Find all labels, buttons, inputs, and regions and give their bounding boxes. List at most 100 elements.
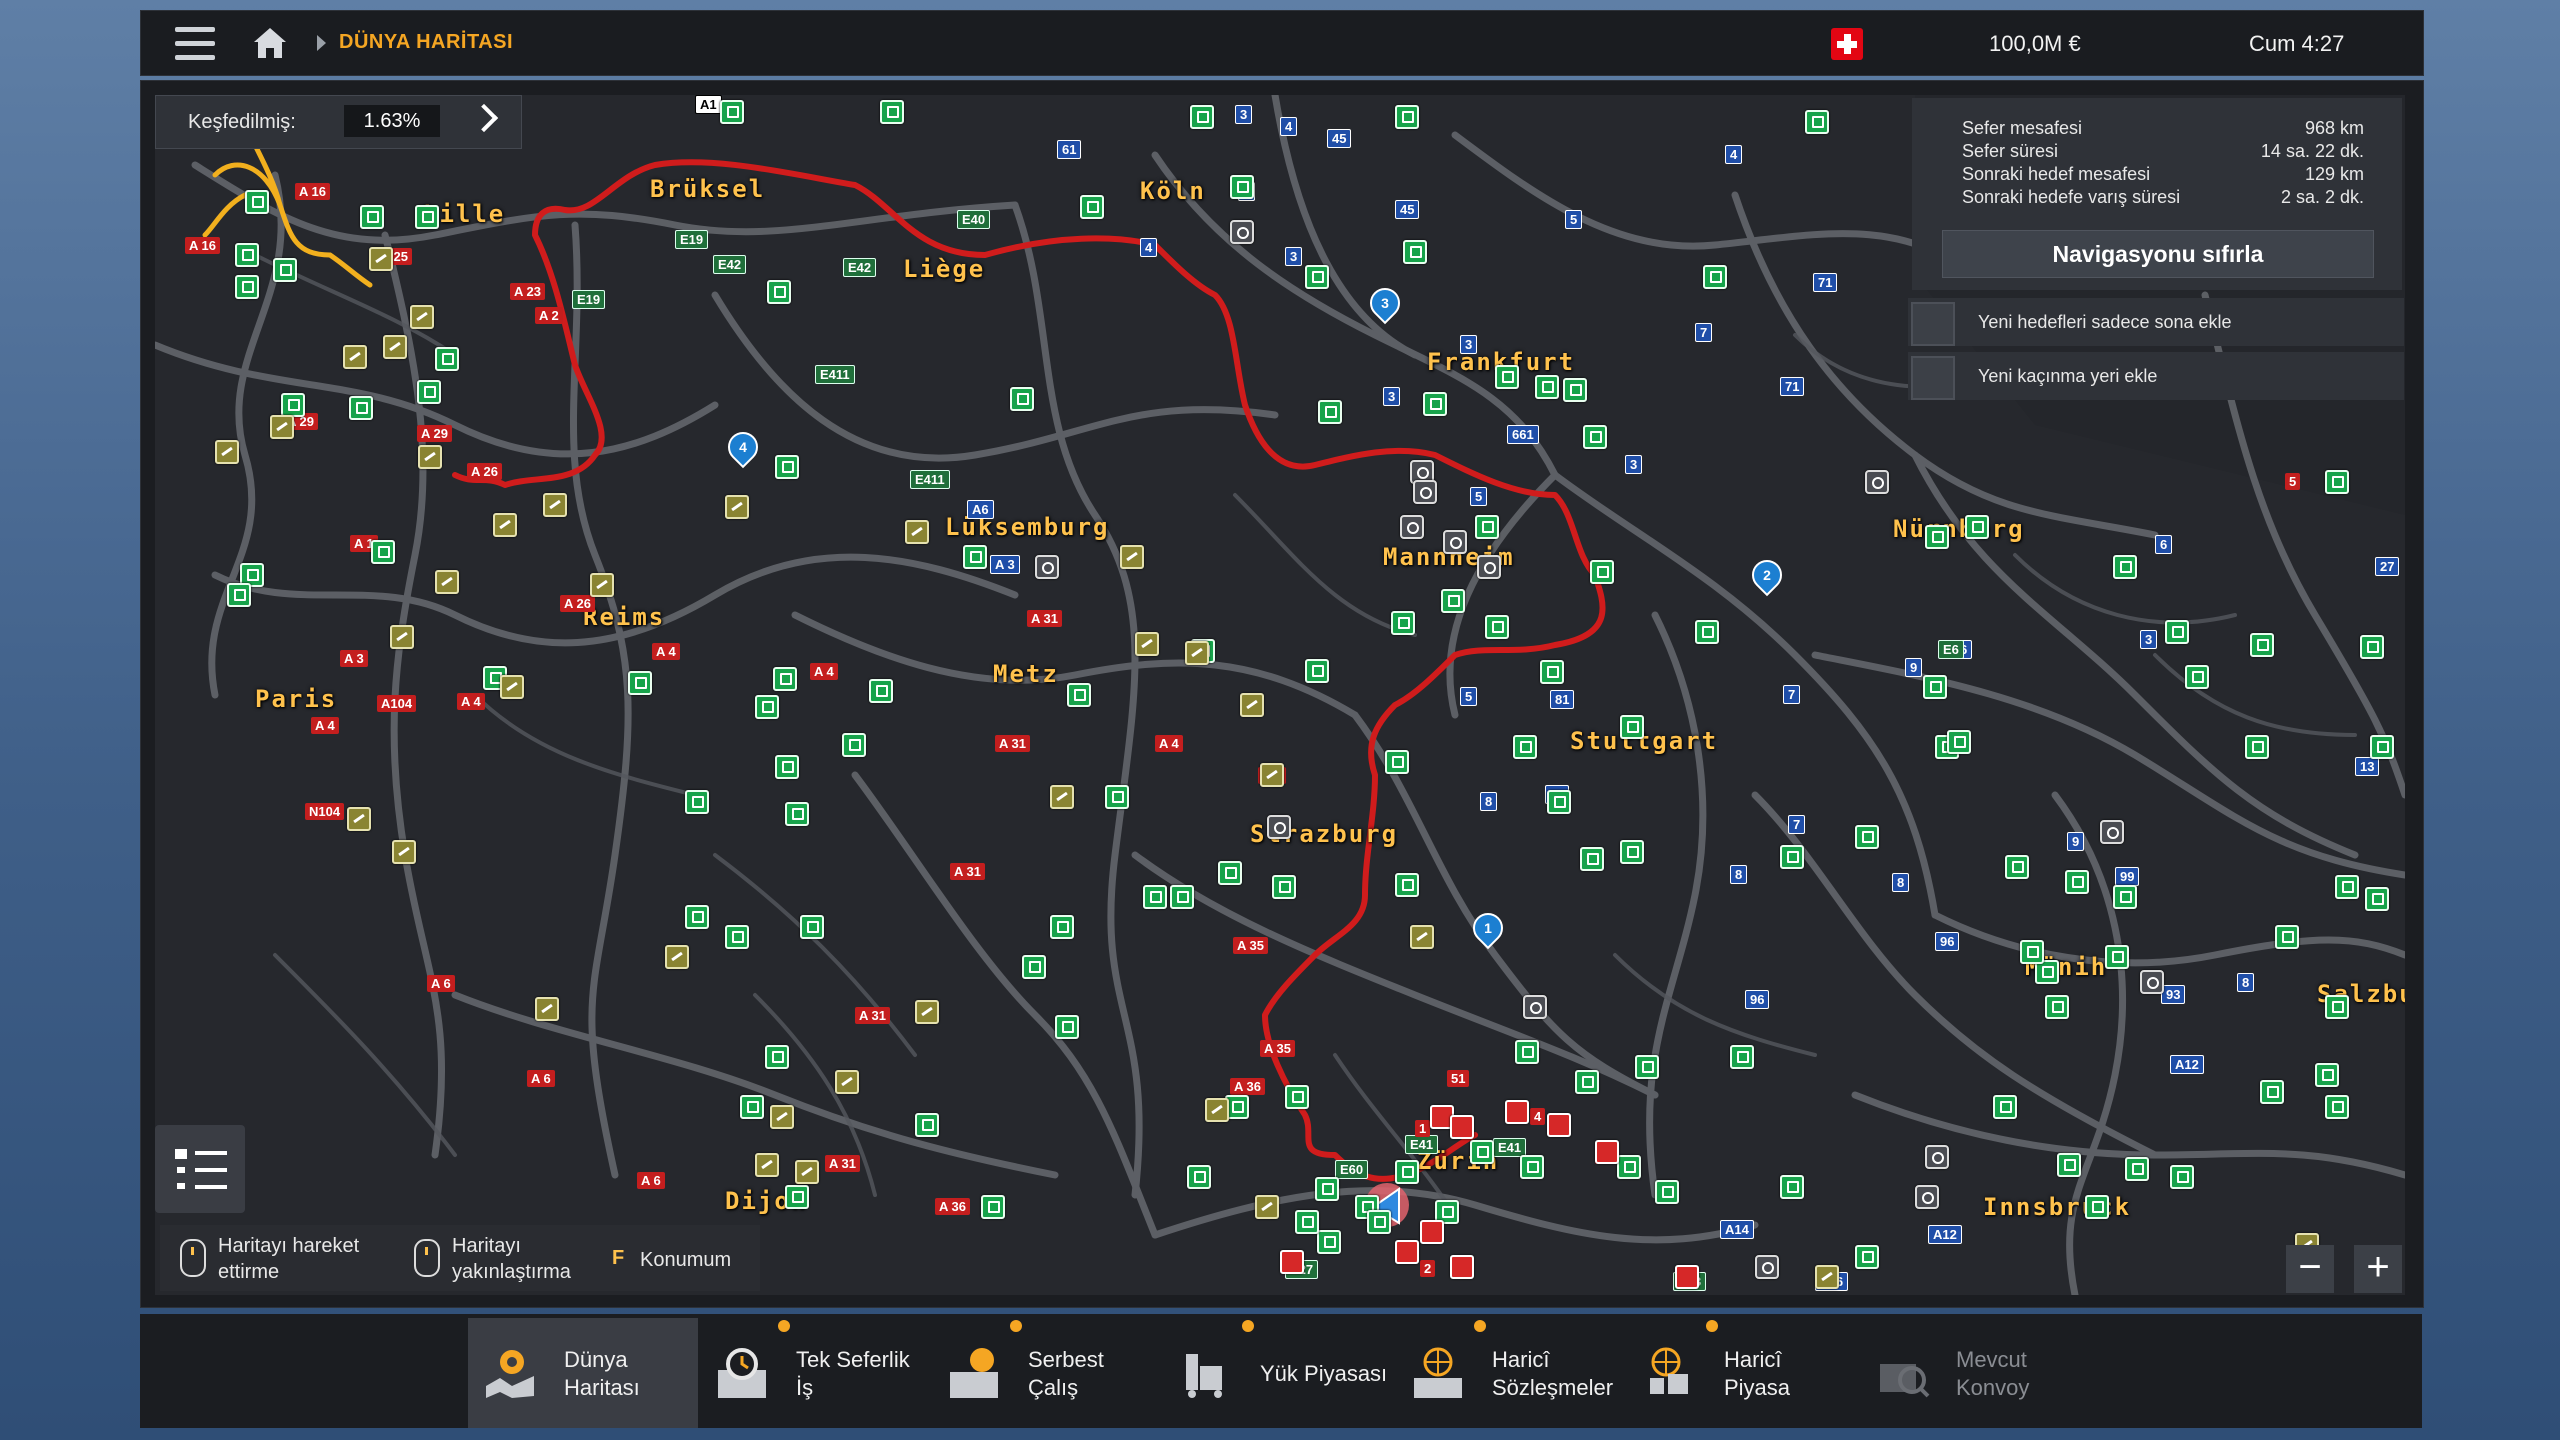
company-depot-icon[interactable] bbox=[1423, 392, 1447, 416]
service-station-icon[interactable] bbox=[1135, 632, 1159, 656]
company-depot-icon[interactable] bbox=[349, 396, 373, 420]
company-depot-icon[interactable] bbox=[765, 1045, 789, 1069]
company-depot-icon[interactable] bbox=[1730, 1045, 1754, 1069]
company-depot-icon[interactable] bbox=[371, 540, 395, 564]
zoom-in-button[interactable]: + bbox=[2354, 1245, 2402, 1293]
company-depot-icon[interactable] bbox=[1105, 785, 1129, 809]
city-liege[interactable]: Liège bbox=[903, 255, 985, 283]
company-depot-icon[interactable] bbox=[1620, 715, 1644, 739]
company-depot-icon[interactable] bbox=[1590, 560, 1614, 584]
job-marker-icon[interactable] bbox=[1420, 1220, 1444, 1244]
company-depot-icon[interactable] bbox=[1395, 873, 1419, 897]
photo-spot-icon[interactable] bbox=[2140, 970, 2164, 994]
company-depot-icon[interactable] bbox=[1947, 730, 1971, 754]
photo-spot-icon[interactable] bbox=[1443, 530, 1467, 554]
company-depot-icon[interactable] bbox=[245, 190, 269, 214]
company-depot-icon[interactable] bbox=[1080, 195, 1104, 219]
company-depot-icon[interactable] bbox=[2325, 1095, 2349, 1119]
service-station-icon[interactable] bbox=[835, 1070, 859, 1094]
company-depot-icon[interactable] bbox=[1022, 955, 1046, 979]
service-station-icon[interactable] bbox=[535, 997, 559, 1021]
job-marker-icon[interactable] bbox=[1450, 1255, 1474, 1279]
company-depot-icon[interactable] bbox=[1403, 240, 1427, 264]
company-depot-icon[interactable] bbox=[981, 1195, 1005, 1219]
service-station-icon[interactable] bbox=[1815, 1265, 1839, 1289]
service-station-icon[interactable] bbox=[369, 247, 393, 271]
company-depot-icon[interactable] bbox=[720, 100, 744, 124]
legend-toggle-button[interactable] bbox=[155, 1125, 245, 1213]
company-depot-icon[interactable] bbox=[767, 280, 791, 304]
company-depot-icon[interactable] bbox=[2260, 1080, 2284, 1104]
company-depot-icon[interactable] bbox=[281, 393, 305, 417]
tab-external-contracts[interactable]: Haricî Sözleşmeler bbox=[1396, 1318, 1626, 1428]
job-marker-icon[interactable] bbox=[1595, 1140, 1619, 1164]
company-depot-icon[interactable] bbox=[2045, 995, 2069, 1019]
tab-external-market[interactable]: Haricî Piyasa bbox=[1628, 1318, 1858, 1428]
city-metz[interactable]: Metz bbox=[993, 660, 1059, 688]
city-koln[interactable]: Köln bbox=[1140, 177, 1206, 205]
service-station-icon[interactable] bbox=[215, 440, 239, 464]
company-depot-icon[interactable] bbox=[2020, 940, 2044, 964]
company-depot-icon[interactable] bbox=[2005, 855, 2029, 879]
service-station-icon[interactable] bbox=[418, 445, 442, 469]
company-depot-icon[interactable] bbox=[227, 583, 251, 607]
company-depot-icon[interactable] bbox=[417, 380, 441, 404]
company-depot-icon[interactable] bbox=[1703, 265, 1727, 289]
service-station-icon[interactable] bbox=[725, 495, 749, 519]
service-station-icon[interactable] bbox=[1260, 763, 1284, 787]
service-station-icon[interactable] bbox=[435, 570, 459, 594]
company-depot-icon[interactable] bbox=[2315, 1063, 2339, 1087]
city-nurnberg[interactable]: Nürnberg bbox=[1893, 515, 2025, 543]
home-icon[interactable] bbox=[251, 25, 289, 61]
photo-spot-icon[interactable] bbox=[1230, 220, 1254, 244]
company-depot-icon[interactable] bbox=[2360, 635, 2384, 659]
company-depot-icon[interactable] bbox=[1055, 1015, 1079, 1039]
photo-spot-icon[interactable] bbox=[1755, 1255, 1779, 1279]
company-depot-icon[interactable] bbox=[1583, 425, 1607, 449]
company-depot-icon[interactable] bbox=[1285, 1085, 1309, 1109]
tab-freight-market[interactable]: Serbest Çalış bbox=[932, 1318, 1162, 1428]
service-station-icon[interactable] bbox=[543, 493, 567, 517]
company-depot-icon[interactable] bbox=[2365, 887, 2389, 911]
photo-spot-icon[interactable] bbox=[1267, 815, 1291, 839]
company-depot-icon[interactable] bbox=[1218, 861, 1242, 885]
job-marker-icon[interactable] bbox=[1450, 1115, 1474, 1139]
company-depot-icon[interactable] bbox=[2370, 735, 2394, 759]
company-depot-icon[interactable] bbox=[1315, 1177, 1339, 1201]
company-depot-icon[interactable] bbox=[1635, 1055, 1659, 1079]
company-depot-icon[interactable] bbox=[1855, 1245, 1879, 1269]
company-depot-icon[interactable] bbox=[360, 205, 384, 229]
company-depot-icon[interactable] bbox=[1317, 1230, 1341, 1254]
service-station-icon[interactable] bbox=[770, 1105, 794, 1129]
company-depot-icon[interactable] bbox=[1170, 885, 1194, 909]
city-stuttgart[interactable]: Stuttgart bbox=[1570, 727, 1718, 755]
company-depot-icon[interactable] bbox=[2113, 885, 2137, 909]
service-station-icon[interactable] bbox=[755, 1153, 779, 1177]
company-depot-icon[interactable] bbox=[740, 1095, 764, 1119]
service-station-icon[interactable] bbox=[665, 945, 689, 969]
service-station-icon[interactable] bbox=[343, 345, 367, 369]
service-station-icon[interactable] bbox=[1240, 693, 1264, 717]
job-marker-icon[interactable] bbox=[1675, 1265, 1699, 1289]
company-depot-icon[interactable] bbox=[2125, 1157, 2149, 1181]
zoom-out-button[interactable]: − bbox=[2286, 1245, 2334, 1293]
company-depot-icon[interactable] bbox=[775, 455, 799, 479]
company-depot-icon[interactable] bbox=[1143, 885, 1167, 909]
company-depot-icon[interactable] bbox=[1190, 105, 1214, 129]
company-depot-icon[interactable] bbox=[1540, 660, 1564, 684]
photo-spot-icon[interactable] bbox=[1477, 555, 1501, 579]
company-depot-icon[interactable] bbox=[842, 733, 866, 757]
company-depot-icon[interactable] bbox=[1515, 1040, 1539, 1064]
chevron-right-icon[interactable] bbox=[469, 103, 499, 133]
company-depot-icon[interactable] bbox=[775, 755, 799, 779]
company-depot-icon[interactable] bbox=[1563, 378, 1587, 402]
company-depot-icon[interactable] bbox=[1367, 1210, 1391, 1234]
company-depot-icon[interactable] bbox=[2185, 665, 2209, 689]
photo-spot-icon[interactable] bbox=[1865, 470, 1889, 494]
company-depot-icon[interactable] bbox=[1617, 1155, 1641, 1179]
company-depot-icon[interactable] bbox=[685, 790, 709, 814]
photo-spot-icon[interactable] bbox=[1523, 995, 1547, 1019]
company-depot-icon[interactable] bbox=[2325, 995, 2349, 1019]
company-depot-icon[interactable] bbox=[1395, 105, 1419, 129]
company-depot-icon[interactable] bbox=[1923, 675, 1947, 699]
